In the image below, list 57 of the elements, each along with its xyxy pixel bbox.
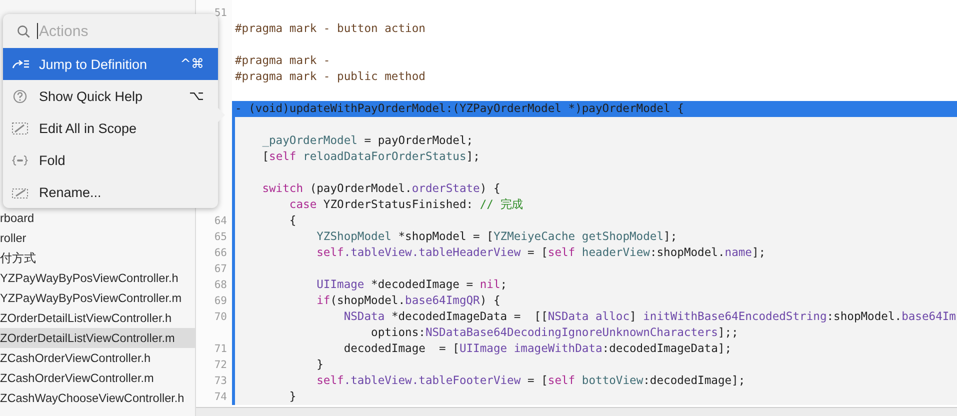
menu-item[interactable]: Show Quick Help ⌥ (3, 80, 218, 112)
menu-item-label: Edit All in Scope (39, 120, 138, 136)
file-item[interactable]: YZPayWayByPosViewController.h (0, 268, 195, 288)
file-item[interactable]: ZOrderDetailListViewController.h (0, 308, 195, 328)
code-line: self.tableView.tableFooterView = [self bottoView:decodedImage]; (316, 373, 746, 389)
code-line: _payOrderModel = payOrderModel; (261, 133, 474, 149)
code-line: } (288, 389, 298, 405)
code-line: { (288, 213, 298, 229)
file-item[interactable]: ZCashWayChooseViewController.h (0, 388, 195, 408)
file-item[interactable]: ZOrderDetailListViewController.m (0, 328, 195, 348)
menu-item-label: Fold (39, 152, 66, 168)
menu-item-label: Show Quick Help (39, 88, 144, 104)
shortcut-label: ^⌘ (180, 56, 204, 72)
code-line: decodedImage = [UIImage imageWithData:decodedImageData]; (342, 341, 733, 357)
line-number: 66 (213, 246, 228, 261)
file-item[interactable]: YZPayWayByPosViewController.m (0, 288, 195, 308)
file-item[interactable]: ZCashOrderViewController.h (0, 348, 195, 368)
code-line: } (316, 357, 324, 373)
line-number: 69 (213, 294, 228, 309)
search-field[interactable]: Actions (38, 22, 188, 40)
line-number: 64 (213, 214, 228, 229)
edit-scope-icon (11, 120, 30, 136)
menu-item[interactable]: Edit All in Scope (3, 112, 218, 144)
line-number: 68 (213, 278, 228, 293)
code-line: UIImage *decodedImage = nil; (316, 277, 508, 293)
shortcut-label: ⌥ (189, 88, 204, 104)
code-line: if(shopModel.base64ImgQR) { (316, 293, 502, 309)
line-number: 71 (213, 342, 228, 357)
code-line: NSData *decodedImageData = [[NSData alloc] initWithBase64EncodedString:shopModel.base64Im (342, 309, 957, 325)
search-icon (17, 24, 30, 38)
menu-item-label: Jump to Definition (39, 56, 148, 72)
menu-item-label: Rename... (39, 184, 102, 200)
menu-item[interactable]: Jump to Definition ^⌘ (3, 48, 218, 80)
code-line: options:NSDataBase64DecodingIgnoreUnknownCharacters];; (370, 325, 740, 341)
text-cursor (37, 23, 38, 39)
file-item[interactable]: 付方式 (0, 248, 195, 268)
fold-icon (11, 152, 30, 168)
line-number: 70 (213, 310, 228, 325)
menu-item[interactable]: Rename... (3, 176, 218, 208)
code-line: #pragma mark - (234, 53, 332, 69)
code-line: #pragma mark - button action (234, 21, 426, 37)
menu-item[interactable]: Fold (3, 144, 218, 176)
line-number: 74 (213, 390, 228, 405)
code-line: #pragma mark - public method (234, 69, 426, 85)
file-item[interactable]: rboard (0, 208, 195, 228)
line-number: 72 (213, 358, 228, 373)
code-line: [self reloadDataForOrderStatus]; (261, 149, 481, 165)
code-line: case YZOrderStatusFinished: // 完成 (288, 197, 524, 213)
line-number: 67 (213, 262, 228, 277)
code-line: self.tableView.tableHeaderView = [self headerView:shopModel.name]; (316, 245, 767, 261)
file-item[interactable]: roller (0, 228, 195, 248)
line-number: 51 (213, 6, 228, 21)
line-number: 73 (213, 374, 228, 389)
code-line: YZShopModel *shopModel = [YZMeiyeCache getShopModel]; (316, 229, 678, 245)
file-item[interactable]: ZCashOrderViewController.m (0, 368, 195, 388)
code-line: switch (payOrderModel.orderState) { (261, 181, 502, 197)
line-number: 65 (213, 230, 228, 245)
